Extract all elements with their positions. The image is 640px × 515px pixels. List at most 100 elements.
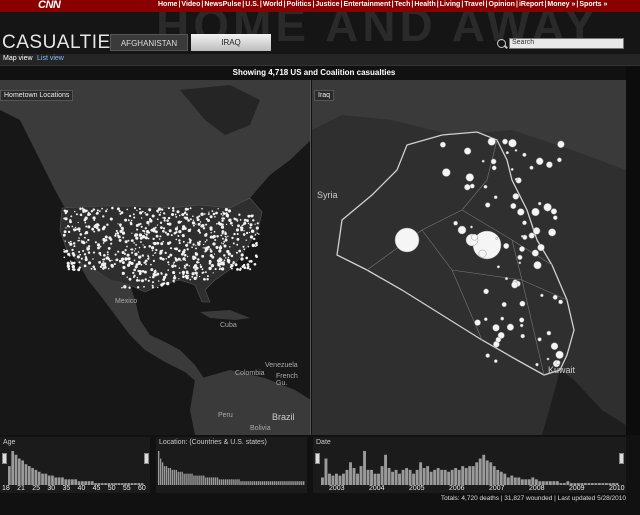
hometown-marker[interactable] xyxy=(103,262,107,265)
search-icon[interactable] xyxy=(497,39,506,48)
hometown-marker[interactable] xyxy=(143,270,147,274)
age-bar[interactable] xyxy=(57,477,61,485)
age-range-handle-left[interactable] xyxy=(2,453,7,464)
hometown-marker[interactable] xyxy=(211,210,214,213)
hometown-marker[interactable] xyxy=(131,232,133,234)
hometown-marker[interactable] xyxy=(240,226,244,230)
hometown-marker[interactable] xyxy=(127,257,131,261)
hometown-marker[interactable] xyxy=(185,267,187,270)
hometown-marker[interactable] xyxy=(172,276,177,280)
hometown-marker[interactable] xyxy=(170,212,175,217)
hometown-marker[interactable] xyxy=(152,254,154,257)
date-bar[interactable] xyxy=(394,469,398,485)
casualty-marker[interactable] xyxy=(532,227,541,235)
search-input[interactable]: Search xyxy=(509,38,624,49)
hometown-marker[interactable] xyxy=(145,263,148,266)
hometown-marker[interactable] xyxy=(182,275,185,279)
hometown-marker[interactable] xyxy=(107,267,110,270)
hometown-marker[interactable] xyxy=(143,230,146,233)
casualty-marker[interactable] xyxy=(522,152,527,157)
casualty-marker[interactable] xyxy=(493,359,498,363)
hometown-marker[interactable] xyxy=(202,247,204,249)
location-bar[interactable] xyxy=(297,481,299,485)
hometown-marker[interactable] xyxy=(78,230,81,233)
hometown-marker[interactable] xyxy=(148,231,151,234)
hometown-marker[interactable] xyxy=(129,221,133,224)
location-bar[interactable] xyxy=(240,481,242,485)
hometown-marker[interactable] xyxy=(186,248,189,251)
hometown-marker[interactable] xyxy=(224,231,227,234)
casualty-marker[interactable] xyxy=(519,323,524,328)
hometown-marker[interactable] xyxy=(200,212,204,216)
hometown-marker[interactable] xyxy=(168,241,172,244)
location-bar[interactable] xyxy=(214,477,217,485)
hometown-marker[interactable] xyxy=(222,211,224,213)
casualty-marker[interactable] xyxy=(464,184,471,191)
hometown-marker[interactable] xyxy=(191,246,193,249)
hometown-marker[interactable] xyxy=(146,220,150,225)
location-bar[interactable] xyxy=(257,481,260,485)
hometown-marker[interactable] xyxy=(187,219,190,222)
casualty-marker[interactable] xyxy=(522,220,527,226)
date-bar[interactable] xyxy=(461,466,465,485)
location-bar[interactable] xyxy=(175,469,177,485)
hometown-marker[interactable] xyxy=(117,250,120,253)
hometown-marker[interactable] xyxy=(71,248,74,252)
date-bar[interactable] xyxy=(499,471,503,485)
hometown-marker[interactable] xyxy=(82,241,86,245)
location-bar[interactable] xyxy=(238,479,240,485)
casualty-marker[interactable] xyxy=(546,161,553,169)
casualty-marker[interactable] xyxy=(520,235,524,238)
date-bar[interactable] xyxy=(440,469,444,485)
location-bar[interactable] xyxy=(203,475,205,485)
hometown-marker[interactable] xyxy=(150,246,155,250)
hometown-marker[interactable] xyxy=(135,236,139,240)
hometown-marker[interactable] xyxy=(78,261,81,264)
casualty-marker[interactable] xyxy=(558,299,563,305)
hometown-marker[interactable] xyxy=(110,242,113,245)
cnn-logo[interactable]: CNN xyxy=(38,0,61,11)
hometown-marker[interactable] xyxy=(95,223,98,226)
hometown-marker[interactable] xyxy=(84,221,87,224)
hometown-marker[interactable] xyxy=(71,265,76,269)
hometown-marker[interactable] xyxy=(185,244,187,246)
hometown-marker[interactable] xyxy=(246,219,249,223)
hometown-marker[interactable] xyxy=(101,207,103,210)
hometown-marker[interactable] xyxy=(144,259,148,263)
hometown-marker[interactable] xyxy=(83,236,86,239)
location-bar[interactable] xyxy=(208,477,211,485)
hometown-marker[interactable] xyxy=(221,230,225,233)
hometown-marker[interactable] xyxy=(211,236,215,239)
hometown-marker[interactable] xyxy=(189,239,192,242)
hometown-marker[interactable] xyxy=(64,240,66,242)
hometown-marker[interactable] xyxy=(177,235,180,237)
hometown-marker[interactable] xyxy=(120,257,125,261)
hometown-marker[interactable] xyxy=(104,264,107,267)
hometown-marker[interactable] xyxy=(134,252,138,256)
location-bar[interactable] xyxy=(295,481,297,485)
hometown-marker[interactable] xyxy=(147,237,150,240)
hometown-marker[interactable] xyxy=(117,223,119,225)
location-bar[interactable] xyxy=(293,481,295,485)
hometown-marker[interactable] xyxy=(234,263,238,267)
date-bar[interactable] xyxy=(513,477,517,485)
hometown-marker[interactable] xyxy=(156,218,159,221)
hometown-marker[interactable] xyxy=(135,244,137,246)
hometown-marker[interactable] xyxy=(240,253,244,257)
date-bar[interactable] xyxy=(408,469,412,485)
hometown-marker[interactable] xyxy=(219,258,223,262)
hometown-marker[interactable] xyxy=(83,218,87,222)
hometown-marker[interactable] xyxy=(172,209,175,212)
hometown-marker[interactable] xyxy=(183,264,186,267)
hometown-marker[interactable] xyxy=(251,243,255,248)
hometown-marker[interactable] xyxy=(203,277,206,281)
hometown-marker[interactable] xyxy=(74,226,77,229)
hometown-marker[interactable] xyxy=(186,208,190,211)
hometown-marker[interactable] xyxy=(191,275,194,278)
hometown-marker[interactable] xyxy=(219,266,221,268)
casualty-marker[interactable] xyxy=(514,149,518,152)
hometown-marker[interactable] xyxy=(98,251,102,255)
hometown-marker[interactable] xyxy=(174,264,177,268)
location-bar[interactable] xyxy=(191,473,193,485)
hometown-marker[interactable] xyxy=(159,235,162,238)
